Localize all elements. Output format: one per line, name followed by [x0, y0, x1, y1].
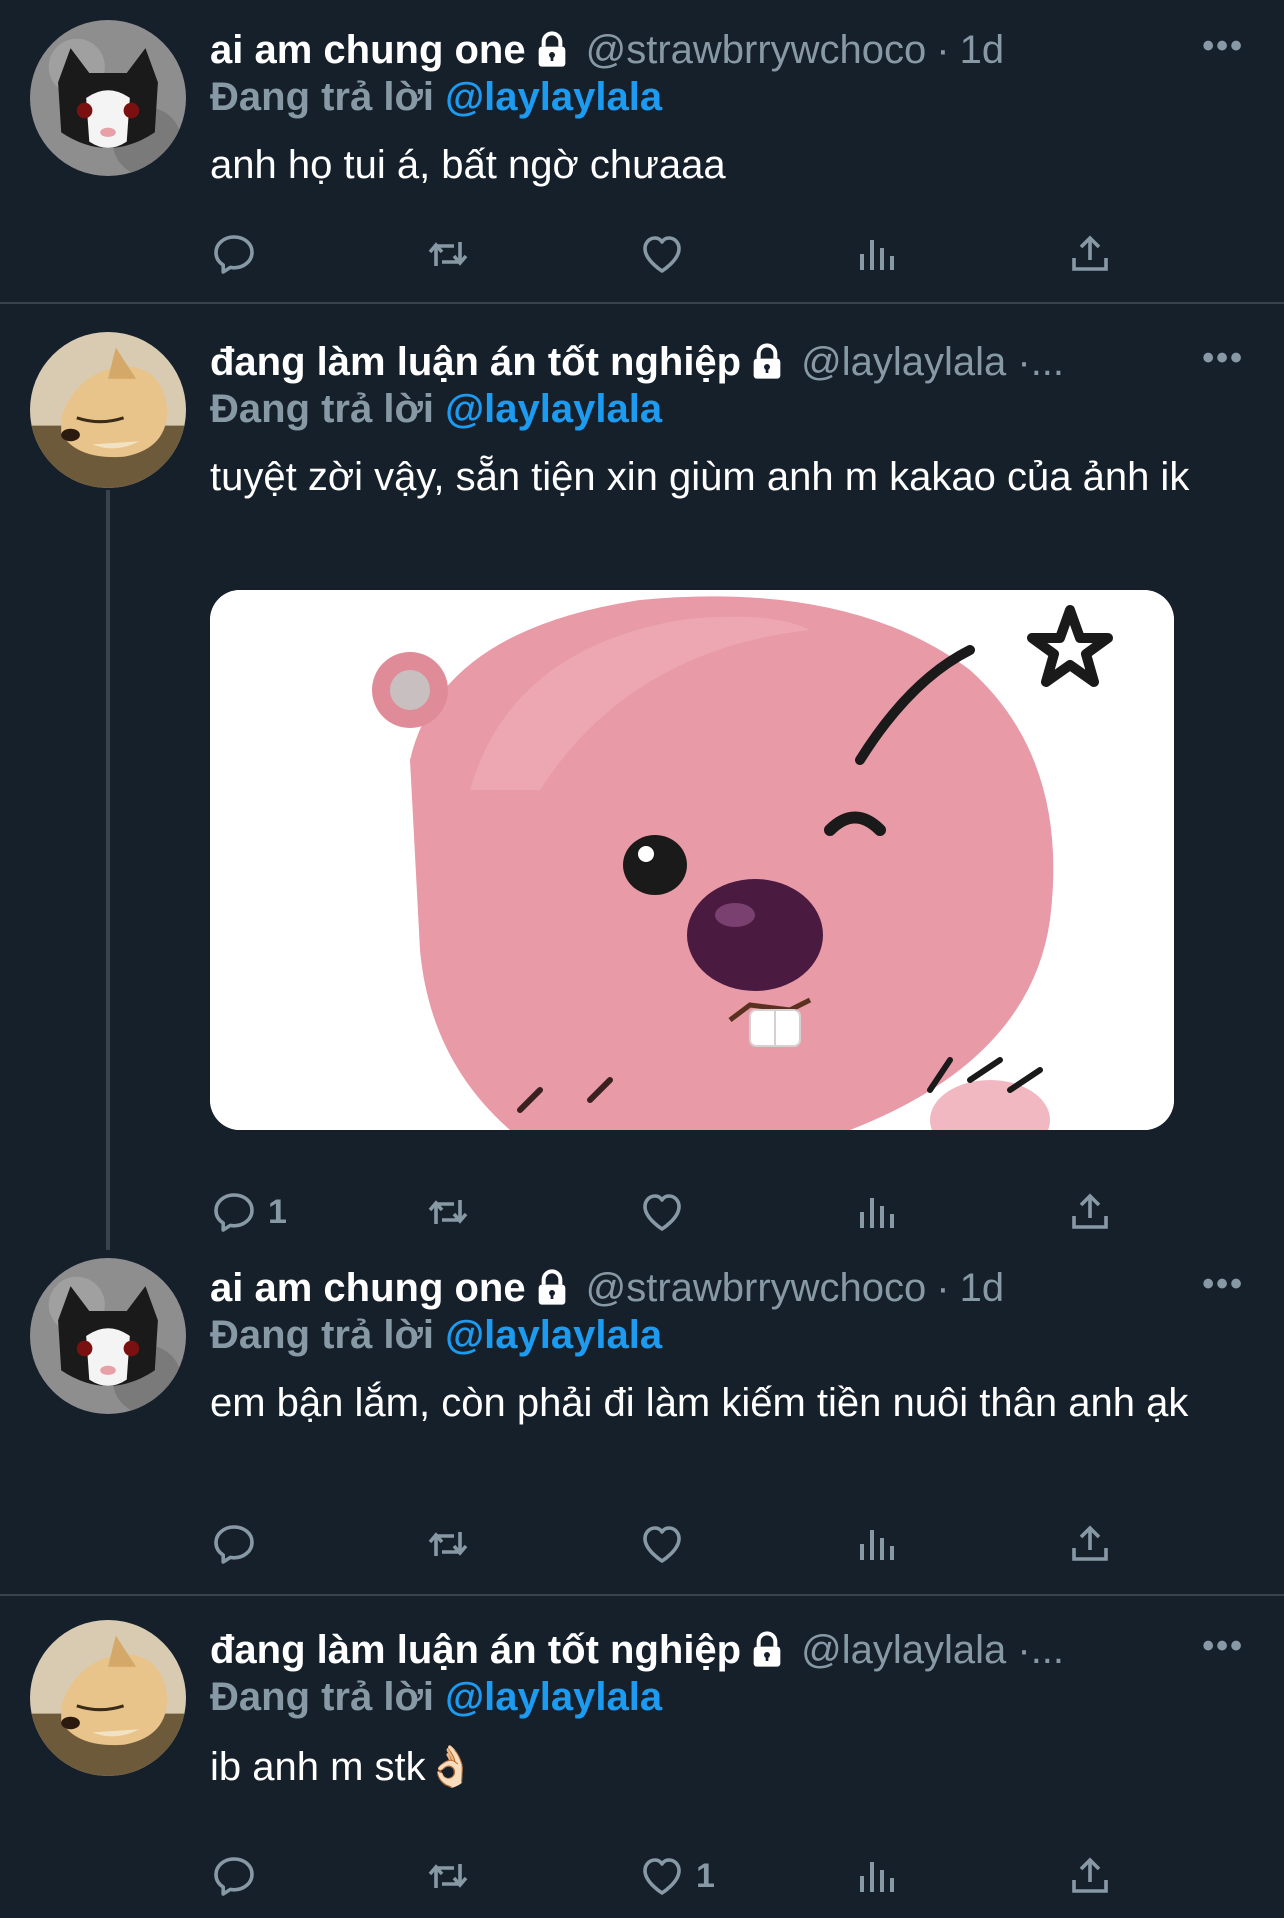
tweet[interactable]: ai am chung one @strawbrrywchoco · 1d ••… — [0, 0, 1284, 300]
action-bar: 1 — [210, 1846, 1110, 1906]
more-options-icon[interactable]: ••• — [1202, 1258, 1244, 1310]
share-icon — [1066, 1520, 1114, 1568]
lock-icon — [747, 342, 787, 382]
reply-icon — [210, 1852, 258, 1900]
cat-avatar-image — [30, 20, 186, 176]
tweet[interactable]: đang làm luận án tốt nghiệp @laylaylala … — [0, 312, 1284, 1242]
like-icon — [638, 1520, 686, 1568]
display-name[interactable]: ai am chung one — [210, 1266, 526, 1311]
reply-button[interactable] — [210, 1514, 268, 1574]
mention-link[interactable]: @laylaylala — [445, 387, 662, 431]
tweet[interactable]: đang làm luận án tốt nghiệp @laylaylala … — [0, 1600, 1284, 1918]
tweet-text: ib anh m stk👌🏻 — [210, 1745, 476, 1789]
action-bar: 1 — [210, 1182, 1110, 1242]
tweet-media[interactable] — [210, 590, 1174, 1130]
display-name[interactable]: đang làm luận án tốt nghiệp — [210, 1628, 741, 1673]
replying-label: Đang trả lời — [210, 1675, 435, 1719]
share-icon — [1066, 1188, 1114, 1236]
lock-icon — [532, 30, 572, 70]
mention-link[interactable]: @laylaylala — [445, 1313, 662, 1357]
share-button[interactable] — [1066, 1846, 1114, 1906]
like-button[interactable] — [638, 224, 696, 284]
like-icon — [638, 1188, 686, 1236]
more-options-icon[interactable]: ••• — [1202, 1620, 1244, 1672]
avatar[interactable] — [30, 1620, 186, 1776]
more-options-icon[interactable]: ••• — [1202, 332, 1244, 384]
replying-to: Đang trả lời @laylaylala — [210, 1672, 662, 1722]
reply-button[interactable] — [210, 224, 268, 284]
like-icon — [638, 1852, 686, 1900]
share-button[interactable] — [1066, 1182, 1114, 1242]
analytics-icon — [852, 1520, 900, 1568]
retweet-icon — [424, 230, 472, 278]
tweet[interactable]: ai am chung one @strawbrrywchoco · 1d ••… — [0, 1238, 1284, 1588]
analytics-button[interactable] — [852, 1182, 900, 1242]
user-handle[interactable]: @laylaylala ·... — [801, 1628, 1064, 1673]
timestamp[interactable]: 1d — [960, 1266, 1005, 1311]
reply-count: 1 — [268, 1192, 287, 1231]
share-icon — [1066, 230, 1114, 278]
replying-to: Đang trả lời @laylaylala — [210, 72, 662, 122]
timestamp[interactable]: 1d — [960, 28, 1005, 73]
like-icon — [638, 230, 686, 278]
user-handle[interactable]: @strawbrrywchoco — [586, 1266, 927, 1311]
user-handle[interactable]: @strawbrrywchoco — [586, 28, 927, 73]
replying-to: Đang trả lời @laylaylala — [210, 384, 662, 434]
mention-link[interactable]: @laylaylala — [445, 1675, 662, 1719]
separator: · — [936, 1265, 950, 1310]
retweet-icon — [424, 1188, 472, 1236]
retweet-button[interactable] — [424, 1182, 482, 1242]
avatar[interactable] — [30, 1258, 186, 1414]
replying-to: Đang trả lời @laylaylala — [210, 1310, 662, 1360]
share-icon — [1066, 1852, 1114, 1900]
retweet-icon — [424, 1520, 472, 1568]
dog-avatar-image — [30, 332, 186, 488]
avatar[interactable] — [30, 20, 186, 176]
replying-label: Đang trả lời — [210, 1313, 435, 1357]
tweet-text: em bận lắm, còn phải đi làm kiếm tiền nu… — [210, 1381, 1189, 1425]
analytics-icon — [852, 230, 900, 278]
analytics-button[interactable] — [852, 224, 900, 284]
reply-icon — [210, 1520, 258, 1568]
like-count: 1 — [696, 1856, 715, 1895]
like-button[interactable] — [638, 1514, 696, 1574]
analytics-icon — [852, 1188, 900, 1236]
retweet-button[interactable] — [424, 1514, 482, 1574]
reply-button[interactable] — [210, 1846, 268, 1906]
tweet-text: tuyệt zời vậy, sẵn tiện xin giùm anh m k… — [210, 455, 1190, 499]
display-name[interactable]: ai am chung one — [210, 28, 526, 73]
share-button[interactable] — [1066, 1514, 1114, 1574]
analytics-icon — [852, 1852, 900, 1900]
reply-icon — [210, 230, 258, 278]
analytics-button[interactable] — [852, 1514, 900, 1574]
retweet-button[interactable] — [424, 1846, 482, 1906]
reply-icon — [210, 1188, 258, 1236]
replying-label: Đang trả lời — [210, 387, 435, 431]
like-button[interactable] — [638, 1182, 696, 1242]
display-name[interactable]: đang làm luận án tốt nghiệp — [210, 340, 741, 385]
action-bar — [210, 224, 1110, 284]
separator: · — [936, 27, 950, 72]
dog-avatar-image — [30, 1620, 186, 1776]
like-button[interactable]: 1 — [638, 1846, 715, 1906]
user-handle[interactable]: @laylaylala ·... — [801, 340, 1064, 385]
divider — [0, 1594, 1284, 1596]
mention-link[interactable]: @laylaylala — [445, 75, 662, 119]
cat-avatar-image — [30, 1258, 186, 1414]
pink-beaver-sticker-image — [210, 590, 1174, 1130]
retweet-icon — [424, 1852, 472, 1900]
reply-button[interactable]: 1 — [210, 1182, 287, 1242]
retweet-button[interactable] — [424, 224, 482, 284]
analytics-button[interactable] — [852, 1846, 900, 1906]
tweet-text: anh họ tui á, bất ngờ chưaaa — [210, 143, 726, 187]
action-bar — [210, 1514, 1110, 1574]
lock-icon — [747, 1630, 787, 1670]
divider — [0, 302, 1284, 304]
lock-icon — [532, 1268, 572, 1308]
replying-label: Đang trả lời — [210, 75, 435, 119]
share-button[interactable] — [1066, 224, 1114, 284]
avatar[interactable] — [30, 332, 186, 488]
more-options-icon[interactable]: ••• — [1202, 20, 1244, 72]
